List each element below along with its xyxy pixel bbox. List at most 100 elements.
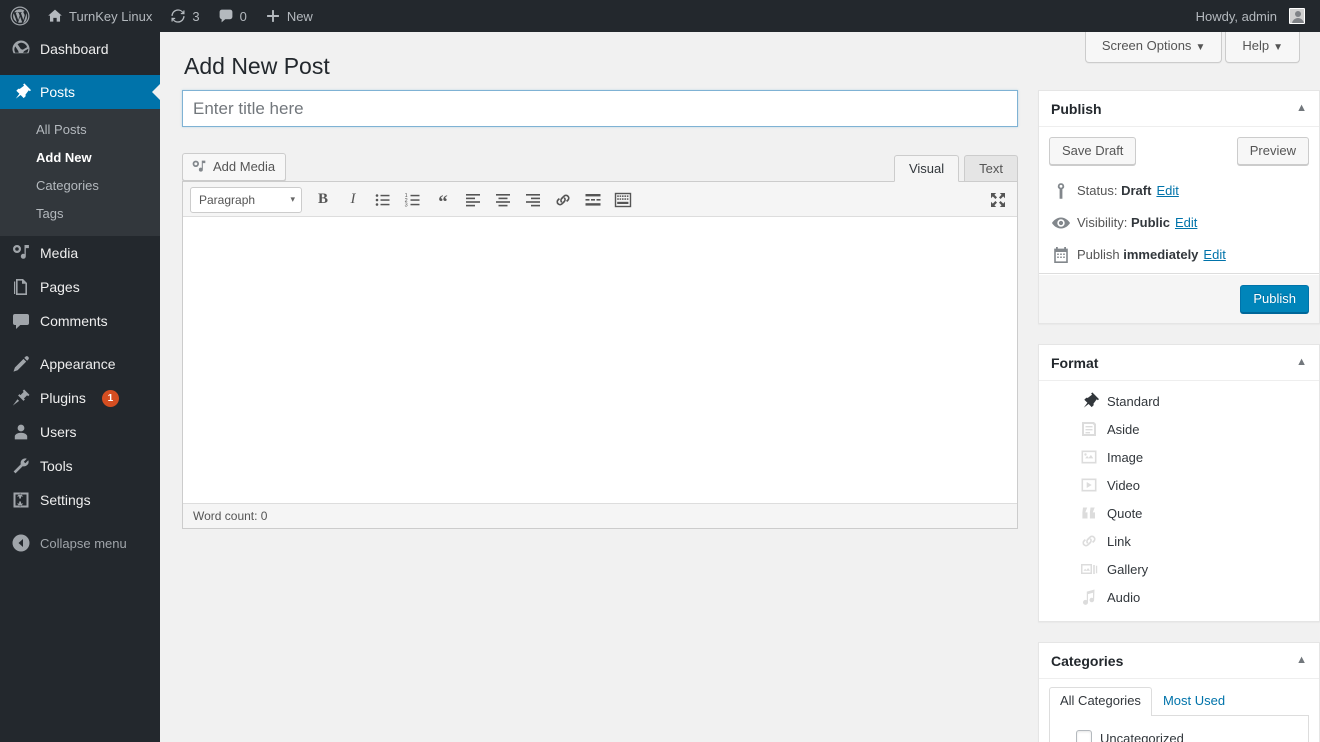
save-draft-button[interactable]: Save Draft bbox=[1049, 137, 1137, 165]
howdy-label: Howdy, admin bbox=[1195, 8, 1277, 24]
tab-text[interactable]: Text bbox=[964, 155, 1018, 181]
minor-publishing: Save Draft Preview Status: Draft Edit Vi… bbox=[1039, 127, 1319, 274]
read-more-icon bbox=[585, 193, 601, 206]
numbered-list-icon: 1 2 3 bbox=[405, 193, 420, 208]
posts-submenu: All Posts Add New Categories Tags bbox=[0, 109, 160, 236]
editor-statusbar: Word count: 0 bbox=[183, 503, 1017, 528]
format-option-standard[interactable]: Standard bbox=[1051, 387, 1307, 415]
sidebar-item-label: Settings bbox=[40, 492, 91, 508]
bulleted-list-button[interactable] bbox=[368, 187, 398, 213]
dashboard-icon bbox=[12, 40, 30, 54]
updates-button[interactable]: 3 bbox=[161, 0, 208, 32]
categories-metabox-header[interactable]: Categories ▲ bbox=[1039, 643, 1319, 679]
sidebar-item-appearance[interactable]: Appearance bbox=[0, 347, 160, 381]
insert-link-button[interactable] bbox=[548, 187, 578, 213]
align-center-icon bbox=[496, 193, 510, 206]
publish-metabox-title: Publish bbox=[1051, 100, 1102, 117]
align-left-icon bbox=[466, 193, 480, 206]
read-more-button[interactable] bbox=[578, 187, 608, 213]
plugin-icon bbox=[12, 389, 30, 406]
post-status-icon bbox=[1057, 183, 1065, 199]
category-list-item[interactable]: Uncategorized bbox=[1056, 726, 1302, 742]
category-checkbox[interactable] bbox=[1076, 730, 1092, 742]
publish-schedule-label: Publish bbox=[1077, 247, 1120, 262]
format-option-label: Image bbox=[1107, 449, 1144, 465]
preview-button[interactable]: Preview bbox=[1236, 137, 1309, 165]
sidebar-item-settings[interactable]: Settings bbox=[0, 483, 160, 517]
editor-content-area[interactable] bbox=[183, 217, 1017, 503]
media-library-icon bbox=[192, 160, 206, 172]
submenu-item-categories[interactable]: Categories bbox=[0, 172, 160, 200]
format-option-image[interactable]: Image bbox=[1051, 443, 1307, 471]
site-name-button[interactable]: TurnKey Linux bbox=[38, 0, 161, 32]
edit-visibility-link[interactable]: Edit bbox=[1175, 213, 1197, 233]
category-tabs: All Categories Most Used bbox=[1049, 687, 1319, 716]
comments-button[interactable]: 0 bbox=[209, 0, 256, 32]
bold-button[interactable]: B bbox=[308, 187, 338, 213]
sidebar-item-media[interactable]: Media bbox=[0, 236, 160, 270]
collapse-menu-button[interactable]: Collapse menu bbox=[0, 526, 160, 560]
format-option-video[interactable]: Video bbox=[1051, 471, 1307, 499]
submenu-item-tags[interactable]: Tags bbox=[0, 200, 160, 228]
sidebar-item-posts[interactable]: Posts bbox=[0, 75, 160, 109]
fullscreen-icon bbox=[991, 192, 1005, 207]
sidebar-item-users[interactable]: Users bbox=[0, 415, 160, 449]
sidebar-item-pages[interactable]: Pages bbox=[0, 270, 160, 304]
pin-icon bbox=[15, 83, 31, 99]
blockquote-button[interactable]: “ bbox=[428, 187, 458, 213]
help-toggle[interactable]: Help ▼ bbox=[1225, 32, 1300, 63]
submenu-item-all-posts[interactable]: All Posts bbox=[0, 116, 160, 144]
format-option-label: Audio bbox=[1107, 589, 1141, 605]
numbered-list-button[interactable]: 1 2 3 bbox=[398, 187, 428, 213]
align-right-button[interactable] bbox=[518, 187, 548, 213]
paragraph-format-select[interactable]: Paragraph ▾ bbox=[190, 186, 302, 213]
aside-icon bbox=[1079, 419, 1099, 439]
sidebar-item-comments[interactable]: Comments bbox=[0, 304, 160, 338]
publish-metabox-header[interactable]: Publish ▲ bbox=[1039, 91, 1319, 127]
screen-options-label: Screen Options bbox=[1101, 38, 1192, 53]
comment-icon bbox=[13, 314, 29, 329]
tab-most-used[interactable]: Most Used bbox=[1152, 687, 1236, 715]
format-option-label: Quote bbox=[1107, 505, 1143, 521]
format-option-aside[interactable]: Aside bbox=[1051, 415, 1307, 443]
sidebar-metaboxes: Publish ▲ Save Draft Preview Status: Dra… bbox=[1038, 90, 1320, 742]
format-option-audio[interactable]: Audio bbox=[1051, 583, 1307, 611]
wordpress-logo-icon bbox=[10, 6, 30, 26]
toolbar-toggle-button[interactable] bbox=[608, 187, 638, 213]
tab-visual[interactable]: Visual bbox=[893, 155, 960, 182]
format-option-link[interactable]: Link bbox=[1051, 527, 1307, 555]
sidebar-item-label: Posts bbox=[40, 84, 76, 100]
sidebar-item-plugins[interactable]: Plugins 1 bbox=[0, 381, 160, 415]
misc-publishing-actions: Status: Draft Edit Visibility: Public Ed… bbox=[1049, 175, 1309, 273]
sidebar-item-tools[interactable]: Tools bbox=[0, 449, 160, 483]
category-checklist[interactable]: Uncategorized bbox=[1049, 715, 1309, 742]
format-option-label: Standard bbox=[1107, 393, 1160, 409]
my-account-button[interactable]: Howdy, admin bbox=[1187, 0, 1314, 32]
sidebar-item-dashboard[interactable]: Dashboard bbox=[0, 32, 160, 66]
publish-button[interactable]: Publish bbox=[1240, 285, 1309, 313]
format-option-quote[interactable]: Quote bbox=[1051, 499, 1307, 527]
edit-schedule-link[interactable]: Edit bbox=[1203, 245, 1225, 265]
format-metabox-header[interactable]: Format ▲ bbox=[1039, 345, 1319, 381]
italic-button[interactable]: I bbox=[338, 187, 368, 213]
fullscreen-button[interactable] bbox=[983, 187, 1013, 213]
publish-schedule-value: immediately bbox=[1123, 247, 1199, 262]
submenu-item-add-new[interactable]: Add New bbox=[0, 144, 160, 172]
sidebar-item-label: Comments bbox=[40, 313, 108, 329]
new-content-button[interactable]: New bbox=[256, 0, 322, 32]
format-options-list: Standard Aside Image Video Quote Link Ga… bbox=[1051, 387, 1307, 611]
post-title-input[interactable] bbox=[182, 90, 1018, 127]
publish-metabox-body: Save Draft Preview Status: Draft Edit Vi… bbox=[1039, 127, 1319, 323]
paragraph-format-value: Paragraph bbox=[199, 192, 256, 207]
screen-meta-links: Screen Options ▼ Help ▼ bbox=[1084, 32, 1300, 63]
align-left-button[interactable] bbox=[458, 187, 488, 213]
wordpress-logo-button[interactable] bbox=[0, 0, 38, 32]
calendar-icon bbox=[1054, 247, 1068, 263]
screen-options-toggle[interactable]: Screen Options ▼ bbox=[1084, 32, 1223, 63]
align-center-button[interactable] bbox=[488, 187, 518, 213]
updates-icon bbox=[171, 9, 185, 23]
format-option-gallery[interactable]: Gallery bbox=[1051, 555, 1307, 583]
add-media-button[interactable]: Add Media bbox=[182, 153, 287, 181]
tab-all-categories[interactable]: All Categories bbox=[1049, 687, 1152, 716]
edit-status-link[interactable]: Edit bbox=[1156, 181, 1178, 201]
